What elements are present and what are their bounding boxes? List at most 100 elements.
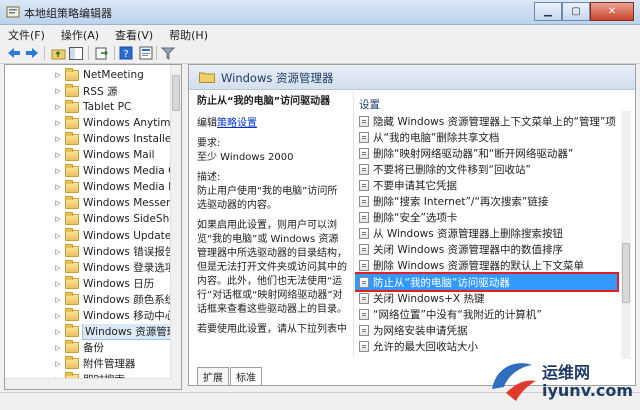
export-list-button[interactable] [94, 45, 110, 61]
close-button[interactable]: ✕ [590, 2, 634, 21]
tree-item[interactable]: ▷ Windows Installer [53, 131, 181, 147]
expand-arrow-icon[interactable]: ▷ [53, 328, 63, 336]
folder-icon [65, 163, 79, 177]
minimize-button[interactable]: ▁ [534, 2, 562, 21]
policy-setting-icon [359, 147, 369, 159]
expand-arrow-icon[interactable]: ▷ [53, 296, 63, 304]
menu-help[interactable]: 帮助(H) [161, 25, 216, 43]
setting-row[interactable]: 删除“搜索 Internet”/“再次搜索”链接 [355, 194, 617, 210]
expand-arrow-icon[interactable]: ▷ [53, 344, 63, 352]
setting-row-selected[interactable]: 防止从“我的电脑”访问驱动器 [355, 272, 619, 292]
expand-arrow-icon[interactable]: ▷ [53, 167, 63, 175]
setting-row[interactable]: 隐藏 Windows 资源管理器上下文菜单上的“管理”项目 [355, 113, 617, 129]
expand-arrow-icon[interactable]: ▷ [53, 151, 63, 159]
maximize-button[interactable]: ▢ [562, 2, 590, 21]
setting-row[interactable]: 删除“安全”选项卡 [355, 210, 617, 226]
tree-item[interactable]: ▷ RSS 源 [53, 83, 181, 99]
policy-setting-icon [359, 131, 369, 143]
expand-arrow-icon[interactable]: ▷ [53, 87, 63, 95]
setting-row[interactable]: 删除“映射网络驱动器”和“断开网络驱动器” [355, 145, 617, 161]
settings-list[interactable]: 隐藏 Windows 资源管理器上下文菜单上的“管理”项目从“我的电脑”删除共享… [355, 111, 631, 359]
setting-row[interactable]: “网络位置”中没有“我附近的计算机” [355, 306, 617, 322]
tree-item[interactable]: ▷ Windows 错误报告 [53, 244, 181, 260]
tree-vertical-scrollbar[interactable] [170, 65, 181, 389]
policy-setting-icon [359, 340, 369, 352]
expand-arrow-icon[interactable]: ▷ [53, 215, 63, 223]
tree-item-label: Windows Update [83, 229, 172, 242]
tree-item-label: Windows Messenger [83, 197, 182, 210]
show-tree-button[interactable] [68, 45, 84, 61]
menu-action[interactable]: 操作(A) [53, 25, 107, 43]
tree-item[interactable]: ▷ Windows 资源管理器 [53, 323, 181, 340]
tree-item[interactable]: ▷ Windows SideShow [53, 211, 181, 227]
setting-label: 删除“安全”选项卡 [373, 212, 458, 225]
expand-arrow-icon[interactable]: ▷ [53, 199, 63, 207]
setting-row[interactable]: 不要将已删除的文件移到“回收站” [355, 161, 617, 177]
policy-setting-icon [359, 244, 369, 256]
setting-label: 从“我的电脑”删除共享文档 [373, 131, 500, 144]
requirements-value: 至少 Windows 2000 [197, 152, 294, 163]
settings-vertical-scrollbar[interactable] [621, 111, 631, 359]
tree-item[interactable]: ▷ 备份 [53, 340, 181, 356]
expand-arrow-icon[interactable]: ▷ [53, 119, 63, 127]
menu-view[interactable]: 查看(V) [107, 25, 161, 43]
tree-item[interactable]: ▷ Windows Anytime Up [53, 115, 181, 131]
up-folder-button[interactable] [50, 45, 66, 61]
setting-label: 删除“搜索 Internet”/“再次搜索”链接 [373, 196, 549, 208]
edit-policy-link[interactable]: 策略设置 [217, 118, 257, 129]
tree-scroll-thumb[interactable] [172, 75, 180, 111]
tree-item-label: Windows Mail [83, 149, 155, 162]
expand-arrow-icon[interactable]: ▷ [53, 264, 63, 272]
close-icon: ✕ [607, 6, 617, 17]
help-button[interactable]: ? [118, 45, 134, 61]
setting-row[interactable]: 为网络安装申请凭据 [355, 322, 617, 338]
tree-item[interactable]: ▷ Windows Media Cent [53, 163, 181, 179]
expand-arrow-icon[interactable]: ▷ [53, 248, 63, 256]
properties-button[interactable] [138, 45, 154, 61]
tree-item[interactable]: ▷ Windows Update [53, 228, 181, 244]
forward-button[interactable] [24, 45, 40, 61]
settings-scroll-thumb[interactable] [622, 243, 630, 303]
expand-arrow-icon[interactable]: ▷ [53, 71, 63, 79]
back-button[interactable] [6, 45, 22, 61]
tree-item[interactable]: ▷ Windows Messenger [53, 195, 182, 211]
policy-description: 防止从“我的电脑”访问驱动器 编辑策略设置 要求: 至少 Windows 2000… [197, 95, 347, 357]
setting-row[interactable]: 关闭 Windows+X 热键 [355, 290, 617, 306]
expand-arrow-icon[interactable]: ▷ [53, 360, 63, 368]
setting-row[interactable]: 不要申请其它凭据 [355, 177, 617, 193]
pane-title: Windows 资源管理器 [221, 71, 334, 85]
tree-item[interactable]: ▷ 附件管理器 [53, 356, 181, 372]
tree-item[interactable]: ▷ Windows 日历 [53, 276, 181, 292]
folder-icon [199, 71, 215, 86]
tree-item[interactable]: ▷ Windows Media Play [53, 179, 181, 195]
policy-setting-icon [359, 212, 369, 224]
settings-column-header[interactable]: 设置 [359, 97, 380, 112]
tab-standard[interactable]: 标准 [230, 367, 262, 385]
tree-item[interactable]: ▷ NetMeeting [53, 67, 181, 83]
window-controls: ▁ ▢ ✕ [534, 2, 634, 21]
tree-item[interactable]: ▷ Windows Mail [53, 147, 181, 163]
expand-arrow-icon[interactable]: ▷ [53, 103, 63, 111]
tree-item[interactable]: ▷ Windows 登录选项 [53, 260, 181, 276]
setting-row[interactable]: 关闭 Windows 资源管理器中的数值排序 [355, 242, 617, 258]
expand-arrow-icon[interactable]: ▷ [53, 183, 63, 191]
console-tree[interactable]: ▷ NetMeeting ▷ RSS 源 ▷ Tablet PC ▷ Windows Anyt… [4, 64, 182, 390]
setting-row[interactable]: 删除 Windows 资源管理器的默认上下文菜单 [355, 258, 617, 274]
tree-item[interactable]: ▷ Windows 移动中心 [53, 308, 181, 324]
expand-arrow-icon[interactable]: ▷ [53, 280, 63, 288]
tree-item[interactable]: ▷ Windows 颜色系统 [53, 292, 181, 308]
filter-button[interactable] [160, 45, 176, 61]
expand-arrow-icon[interactable]: ▷ [53, 232, 63, 240]
setting-row[interactable]: 从“我的电脑”删除共享文档 [355, 129, 617, 145]
setting-row[interactable]: 从 Windows 资源管理器上删除搜索按钮 [355, 226, 617, 242]
tab-extended[interactable]: 扩展 [197, 367, 229, 385]
tree-horizontal-scrollbar[interactable] [5, 378, 171, 389]
menu-file[interactable]: 文件(F) [0, 25, 53, 43]
tree-item[interactable]: ▷ Tablet PC [53, 99, 181, 115]
tree-item-label: Tablet PC [83, 101, 132, 114]
tree-item-label: Windows 颜色系统 [83, 294, 176, 307]
setting-row[interactable]: 允许的最大回收站大小 [355, 338, 617, 354]
expand-arrow-icon[interactable]: ▷ [53, 135, 63, 143]
folder-icon [65, 99, 79, 113]
expand-arrow-icon[interactable]: ▷ [53, 312, 63, 320]
